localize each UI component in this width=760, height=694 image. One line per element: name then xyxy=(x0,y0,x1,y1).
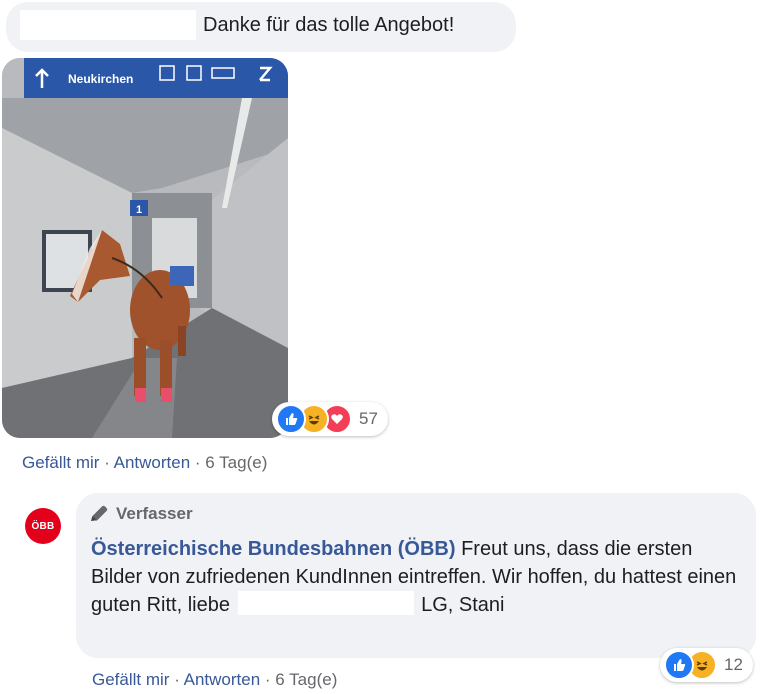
like-link[interactable]: Gefällt mir xyxy=(92,670,169,689)
like-icon xyxy=(664,650,694,680)
redacted-username xyxy=(237,591,414,615)
badge-label: Verfasser xyxy=(116,504,193,523)
like-link[interactable]: Gefällt mir xyxy=(22,453,99,472)
avatar-logo-text: ÖBB xyxy=(31,520,55,532)
timestamp-link[interactable]: 6 Tag(e) xyxy=(275,670,337,689)
avatar[interactable]: ÖBB xyxy=(25,508,61,544)
timestamp-link[interactable]: 6 Tag(e) xyxy=(205,453,267,472)
sign-text: Neukirchen xyxy=(68,72,133,86)
reply-link[interactable]: Antworten xyxy=(184,670,261,689)
reply-actions: Gefällt mir · Antworten · 6 Tag(e) xyxy=(92,670,338,689)
reaction-count: 12 xyxy=(724,655,743,674)
svg-text:1: 1 xyxy=(136,204,142,216)
like-icon xyxy=(276,404,306,434)
reply-text: Österreichische Bundesbahnen (ÖBB) Freut… xyxy=(91,538,737,616)
comment-text: Danke für das tolle Angebot! xyxy=(203,14,455,36)
author-badge: Verfasser xyxy=(88,504,193,524)
horse-in-station-image: Neukirchen 1 xyxy=(2,58,288,438)
reaction-summary[interactable]: 12 xyxy=(660,648,753,682)
author-name-link[interactable]: Österreichische Bundesbahnen (ÖBB) xyxy=(91,538,456,560)
redacted-username xyxy=(20,10,196,40)
comment-actions: Gefällt mir · Antworten · 6 Tag(e) xyxy=(22,453,268,472)
comment-photo[interactable]: Neukirchen 1 xyxy=(2,58,288,438)
reply-link[interactable]: Antworten xyxy=(114,453,191,472)
pencil-icon xyxy=(91,505,108,521)
reaction-count: 57 xyxy=(359,409,378,428)
reaction-summary[interactable]: 57 xyxy=(272,402,388,436)
